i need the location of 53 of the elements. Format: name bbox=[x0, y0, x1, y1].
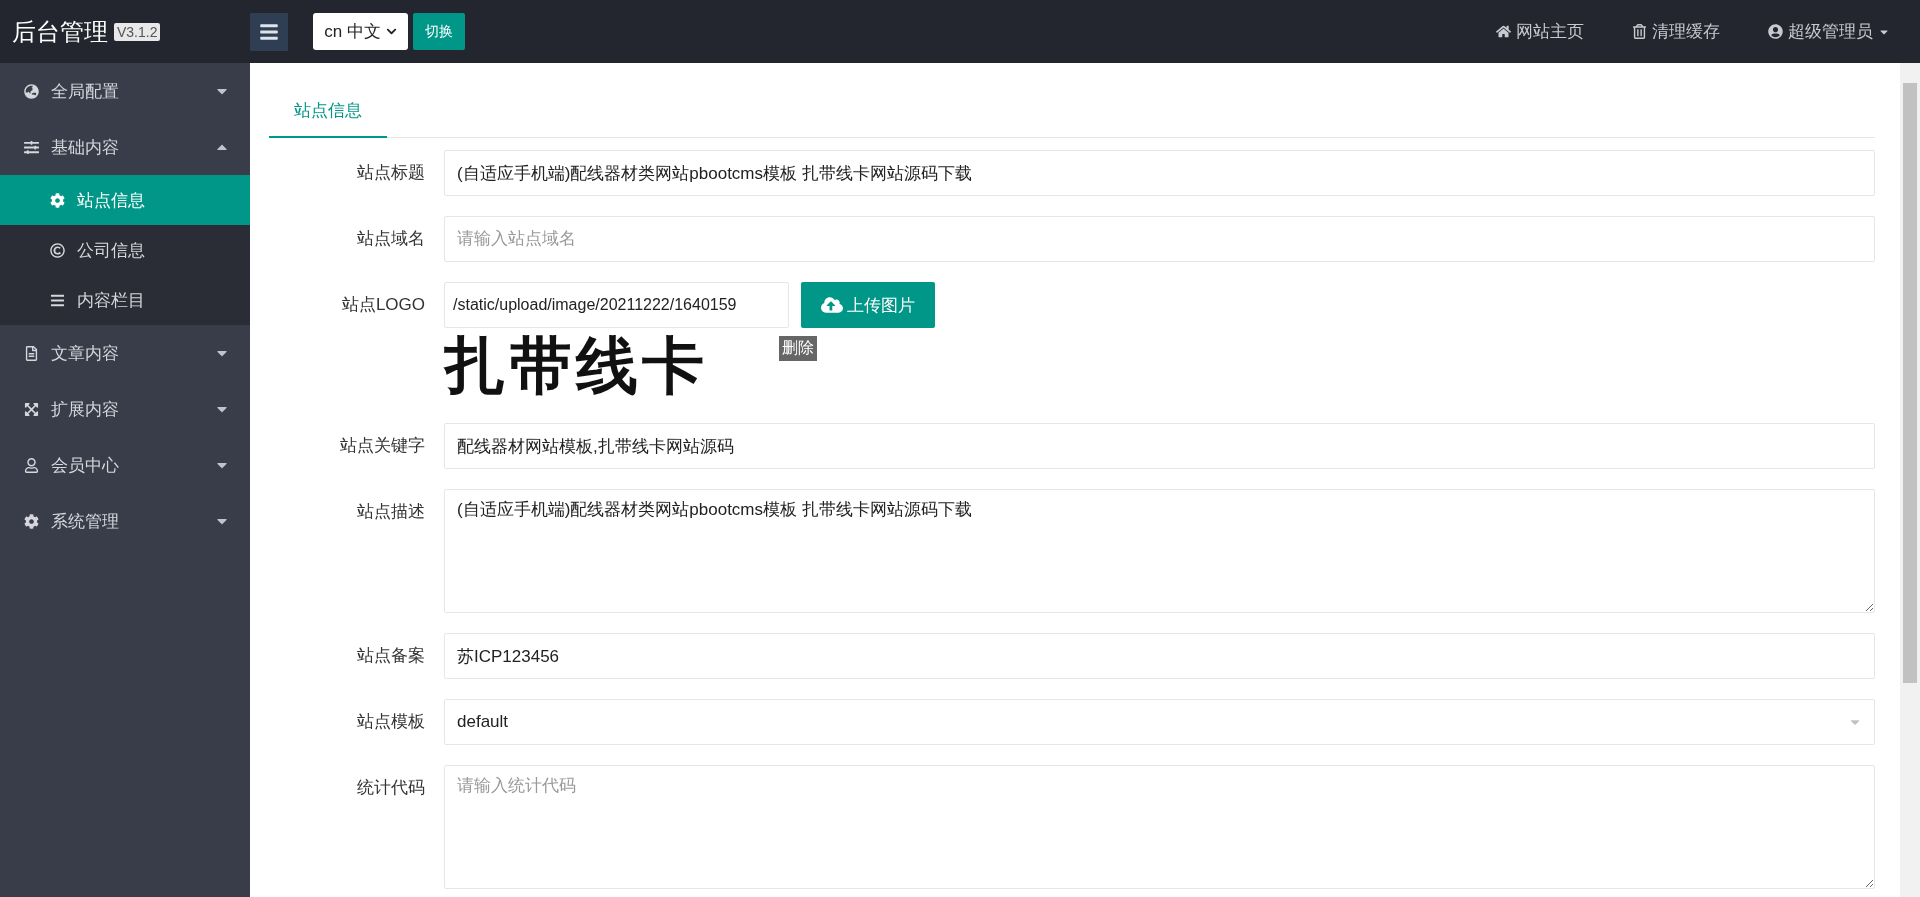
trash-icon bbox=[1632, 24, 1647, 39]
brand-title: 后台管理 bbox=[12, 16, 108, 47]
logo-preview: 扎带线卡 bbox=[444, 328, 709, 403]
upload-button[interactable]: 上传图片 bbox=[801, 282, 935, 328]
template-select[interactable]: default bbox=[444, 699, 1875, 745]
input-field[interactable]: 配线器材网站模板,扎带线卡网站源码 bbox=[444, 423, 1875, 469]
input-field[interactable]: 请输入站点域名 bbox=[444, 216, 1875, 262]
field-label: 站点描述 bbox=[356, 501, 426, 523]
gear-icon bbox=[24, 513, 39, 529]
input-field[interactable]: /static/upload/image/20211222/1640159 bbox=[444, 282, 789, 328]
menu-item[interactable]: 系统管理 bbox=[0, 493, 250, 549]
switch-button[interactable]: 切换 bbox=[413, 13, 465, 50]
field-label: 统计代码 bbox=[356, 777, 426, 799]
menu-item[interactable]: 扩展内容 bbox=[0, 381, 250, 437]
delete-button[interactable]: 删除 bbox=[779, 336, 817, 361]
version-badge: V3.1.2 bbox=[114, 22, 161, 41]
expand-icon bbox=[24, 401, 39, 417]
gear-icon bbox=[50, 192, 65, 208]
submenu-item[interactable]: 站点信息 bbox=[0, 175, 250, 225]
field-label: 站点备案 bbox=[356, 645, 426, 667]
cloud-upload-icon bbox=[821, 294, 843, 316]
scrollbar[interactable] bbox=[1900, 63, 1920, 897]
field-label: 站点域名 bbox=[356, 228, 426, 250]
sliders-icon bbox=[24, 139, 39, 155]
menu-icon bbox=[50, 292, 65, 308]
header-link[interactable]: 网站主页 bbox=[1496, 20, 1584, 43]
textarea-field[interactable]: 请输入统计代码 bbox=[444, 765, 1875, 889]
home-icon bbox=[1496, 24, 1511, 39]
menu-item[interactable]: 会员中心 bbox=[0, 437, 250, 493]
field-label: 站点模板 bbox=[356, 711, 426, 733]
menu-button[interactable] bbox=[250, 12, 288, 51]
chevron-down-icon bbox=[385, 26, 397, 37]
field-label: 站点关键字 bbox=[339, 435, 426, 457]
menu-item[interactable]: 文章内容 bbox=[0, 325, 250, 381]
menu-icon bbox=[259, 21, 279, 42]
menu-item[interactable]: 全局配置 bbox=[0, 63, 250, 119]
input-field[interactable]: (自适应手机端)配线器材类网站pbootcms模板 扎带线卡网站源码下载 bbox=[444, 150, 1875, 196]
tab[interactable]: 站点信息 bbox=[269, 85, 387, 138]
language-select[interactable]: cn 中文 bbox=[313, 13, 408, 50]
menu-item[interactable]: 基础内容 bbox=[0, 119, 250, 175]
header-link[interactable]: 超级管理员 bbox=[1768, 20, 1890, 43]
field-label: 站点标题 bbox=[356, 162, 426, 184]
input-field[interactable]: 苏ICP123456 bbox=[444, 633, 1875, 679]
user-icon bbox=[24, 457, 39, 473]
globe-icon bbox=[24, 83, 39, 99]
textarea-field[interactable]: (自适应手机端)配线器材类网站pbootcms模板 扎带线卡网站源码下载 bbox=[444, 489, 1875, 613]
header-link[interactable]: 清理缓存 bbox=[1632, 20, 1720, 43]
field-label: 站点LOGO bbox=[340, 294, 426, 316]
submenu-item[interactable]: 内容栏目 bbox=[0, 275, 250, 325]
copyright-icon bbox=[50, 242, 65, 258]
file-icon bbox=[24, 345, 39, 361]
submenu-item[interactable]: 公司信息 bbox=[0, 225, 250, 275]
user-icon bbox=[1768, 24, 1783, 39]
